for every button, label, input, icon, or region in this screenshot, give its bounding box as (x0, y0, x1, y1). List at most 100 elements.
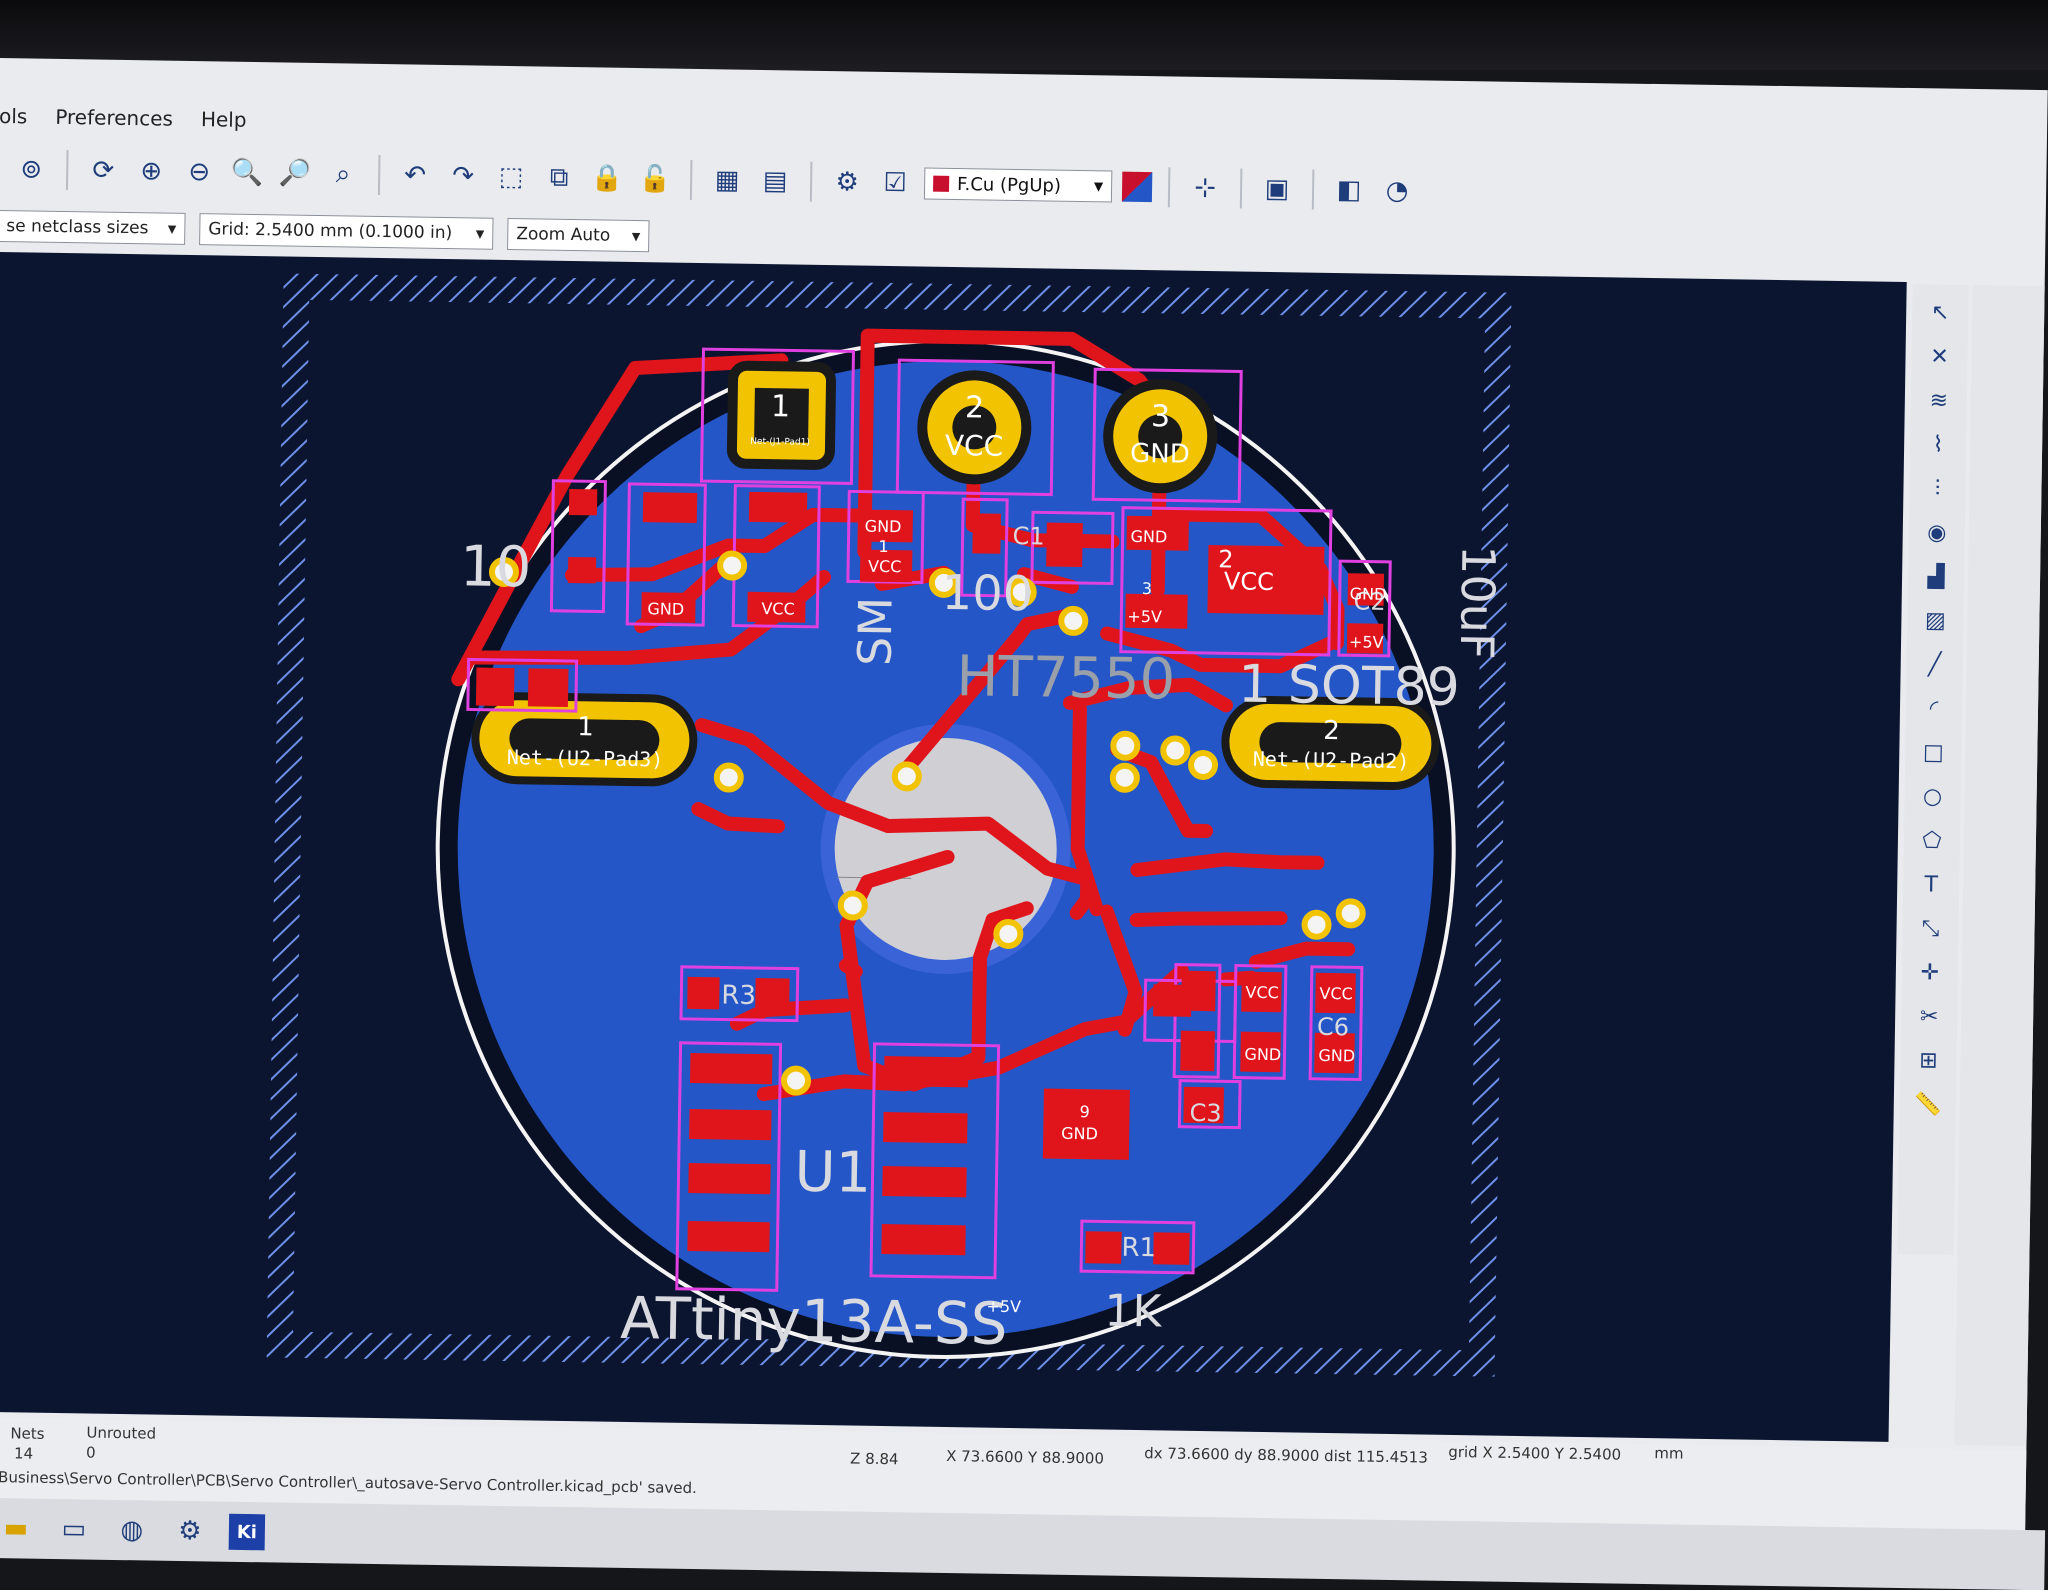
drc-icon[interactable]: ⚙ (828, 163, 867, 202)
zoom-objects-icon[interactable]: 🔎 (276, 154, 315, 193)
status-nets-label: Nets (10, 1424, 45, 1443)
draw-circle-icon[interactable]: ○ (1914, 778, 1951, 815)
label-1k: 1K (1104, 1286, 1163, 1338)
status-message: ss Business\Servo Controller\PCB\Servo C… (0, 1467, 697, 1498)
draw-rectangle-icon[interactable]: □ (1915, 734, 1952, 771)
menu-tools[interactable]: ols (0, 98, 28, 134)
pad-label-num-9: 9 (1079, 1102, 1089, 1121)
grid-dropdown[interactable]: Grid: 2.5400 mm (0.1000 in) ▼ (199, 213, 494, 250)
zoom-dropdown[interactable]: Zoom Auto ▼ (507, 217, 650, 253)
app-icon-2[interactable]: ◍ (113, 1511, 152, 1550)
pad-j1-2-vcc[interactable]: 2 VCC (917, 370, 1032, 485)
highlight-net-icon[interactable]: ≋ (1921, 382, 1958, 419)
label-10uf-right: 10uF (1450, 545, 1506, 660)
label-c1: C1 (1012, 522, 1044, 550)
pad-j1-1-net: Net-(J1-Pad1) (750, 437, 810, 448)
toolbar-separator (377, 154, 381, 195)
menu-preferences[interactable]: Preferences (55, 99, 173, 137)
zoom-page-icon[interactable]: 🔍 (228, 154, 267, 193)
route-diff-pair-icon[interactable]: ⫶ (1919, 470, 1956, 507)
label-c3: C3 (1189, 1099, 1221, 1127)
toolbar-separator (809, 161, 813, 202)
toolbar-separator (65, 150, 69, 191)
scripting-console-icon[interactable]: ▣ (1258, 170, 1297, 209)
jlc-plugin-icon[interactable]: ◔ (1378, 172, 1417, 211)
kicad-taskbar-button[interactable]: Ki (228, 1513, 266, 1551)
delete-tool-icon[interactable]: ✂ (1911, 998, 1948, 1035)
add-via-icon[interactable]: ◉ (1919, 514, 1956, 551)
grid-dropdown-value: Grid: 2.5400 mm (0.1000 in) (208, 219, 453, 244)
add-text-icon[interactable]: T (1913, 866, 1950, 903)
netclass-dropdown[interactable]: se netclass sizes ▼ (0, 209, 186, 245)
pad-label-vcc-2: VCC (761, 599, 795, 619)
plugin-icon[interactable]: ◧ (1330, 171, 1369, 210)
netlist-icon[interactable]: ▦ (708, 161, 747, 200)
pad-label-gnd-1: GND (647, 599, 684, 619)
measure-icon[interactable]: 📏 (1910, 1086, 1947, 1123)
pad-label-5v-2: +5V (1349, 632, 1384, 652)
label-r1: R1 (1121, 1233, 1156, 1264)
draw-line-icon[interactable]: ╱ (1916, 646, 1953, 683)
route-track-icon[interactable]: ⊹ (1186, 169, 1225, 208)
pad-label-gnd-4: GND (1350, 584, 1387, 604)
add-footprint-icon[interactable]: ▟ (1918, 558, 1955, 595)
label-r3: R3 (721, 980, 756, 1011)
pad-label-5v-1: +5V (1127, 607, 1162, 627)
layer-pair-icon[interactable] (1121, 171, 1153, 203)
settings-gear-icon[interactable]: ⚙ (171, 1512, 210, 1551)
folder-icon[interactable]: ▬ (0, 1509, 35, 1548)
zoom-dropdown-value: Zoom Auto (516, 224, 611, 246)
draw-arc-icon[interactable]: ◜ (1916, 690, 1953, 727)
zoom-fit-icon[interactable]: ⊚ (12, 150, 51, 189)
pad-label-num-3: 3 (1142, 579, 1152, 598)
netclass-dropdown-value: se netclass sizes (6, 216, 149, 239)
ungroup-icon[interactable]: ⧉ (540, 159, 579, 198)
pad-j1-3-number: 3 (1151, 399, 1171, 434)
toolbar-separator (689, 159, 693, 200)
group-icon[interactable]: ⬚ (492, 158, 531, 197)
checklist-icon[interactable]: ☑ (876, 164, 915, 203)
label-c6: C6 (1317, 1013, 1349, 1041)
zoom-in-icon[interactable]: ⊕ (132, 152, 171, 191)
pad-j1-3-gnd[interactable]: 3 GND (1103, 379, 1218, 494)
rotate-cw-icon[interactable]: ↷ (444, 157, 483, 196)
add-zone-icon[interactable]: ▨ (1917, 602, 1954, 639)
chevron-down-icon: ▼ (631, 229, 641, 243)
appearance-panel (1954, 285, 2045, 1447)
toolbar-separator (1167, 167, 1171, 208)
pad-j1-1[interactable]: 1 Net-(J1-Pad1) (726, 360, 837, 470)
pad-oval-left-net: Net-(U2-Pad3) (507, 745, 664, 771)
pcb-board-svg[interactable]: 1 Net-(J1-Pad1) 2 VCC 3 GND 1 Net-(U2-Pa… (0, 252, 1907, 1442)
chevron-down-icon: ▼ (1093, 179, 1104, 194)
status-zoom: Z 8.84 (849, 1449, 899, 1469)
toolbar-separator (1311, 169, 1315, 210)
pad-label-num-2: 2 (1218, 545, 1234, 573)
zoom-out-icon[interactable]: ⊖ (180, 153, 219, 192)
pad-label-gnd-3: GND (1130, 527, 1167, 547)
zoom-selection-icon[interactable]: ⌕ (324, 155, 363, 194)
ratsnest-icon[interactable]: ✕ (1921, 338, 1958, 375)
refresh-icon[interactable]: ⟳ (84, 151, 123, 190)
label-10: 10 (460, 534, 532, 600)
app-icon[interactable]: ▭ (55, 1510, 94, 1549)
status-unrouted-value: 0 (85, 1443, 96, 1462)
place-anchor-icon[interactable]: ✛ (1912, 954, 1949, 991)
select-icon[interactable]: ↖ (1922, 294, 1959, 331)
lock-icon[interactable]: 🔒 (588, 159, 627, 198)
kicad-window: ols Preferences Help ⊚ ⟳ ⊕ ⊖ 🔍 🔎 ⌕ ↶ ↷ ⬚… (0, 58, 2048, 1590)
status-delta: dx 73.6600 dy 88.9000 dist 115.4513 (1144, 1444, 1428, 1467)
grid-origin-icon[interactable]: ⊞ (1910, 1042, 1947, 1079)
pad-label-gnd-2: GND (865, 517, 902, 537)
label-u1: U1 (794, 1140, 872, 1206)
route-single-icon[interactable]: ⌇ (1920, 426, 1957, 463)
layer-select[interactable]: F.Cu (PgUp) ▼ (923, 167, 1113, 203)
monitor-bezel (0, 0, 2048, 70)
menu-help[interactable]: Help (201, 101, 247, 138)
pad-label-num-1: 1 (878, 537, 888, 556)
add-dimension-icon[interactable]: ⤡ (1912, 910, 1949, 947)
draw-polygon-icon[interactable]: ⬠ (1914, 822, 1951, 859)
footprint-browser-icon[interactable]: ▤ (756, 162, 795, 201)
unlock-icon[interactable]: 🔓 (636, 160, 675, 199)
pcb-canvas[interactable]: 1 Net-(J1-Pad1) 2 VCC 3 GND 1 Net-(U2-Pa… (0, 251, 1907, 1442)
rotate-ccw-icon[interactable]: ↶ (396, 156, 435, 195)
